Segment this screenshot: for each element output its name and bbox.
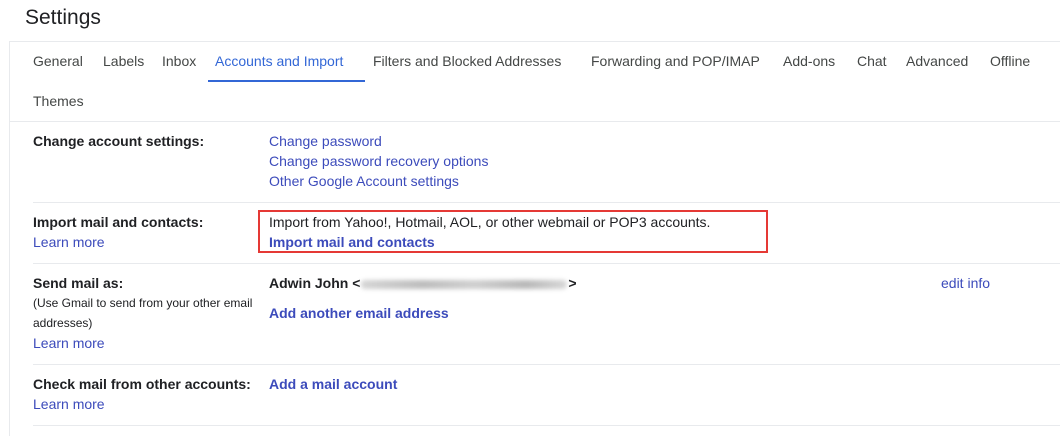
active-tab-indicator [208, 80, 365, 82]
send-mail-help-text: (Use Gmail to send from your other email… [33, 296, 253, 330]
add-mail-account-link[interactable]: Add a mail account [269, 376, 397, 392]
add-another-email-link[interactable]: Add another email address [269, 305, 449, 321]
row-divider [33, 263, 1060, 264]
change-password-link[interactable]: Change password [269, 133, 382, 149]
import-mail-label: Import mail and contacts: [33, 214, 204, 230]
left-border [9, 42, 10, 436]
row-divider [33, 425, 1060, 426]
tab-offline[interactable]: Offline [990, 53, 1030, 69]
tab-inbox[interactable]: Inbox [162, 53, 196, 69]
highlight-box [258, 210, 768, 253]
send-mail-as-label: Send mail as: [33, 275, 124, 291]
tab-labels[interactable]: Labels [103, 53, 144, 69]
send-mail-learn-more-link[interactable]: Learn more [33, 335, 105, 351]
tab-forwarding-and-pop-imap[interactable]: Forwarding and POP/IMAP [591, 53, 760, 69]
tab-add-ons[interactable]: Add-ons [783, 53, 835, 69]
settings-tabs: General Labels Inbox Accounts and Import… [25, 43, 1060, 121]
row-divider [33, 202, 1060, 203]
header-divider [9, 41, 1060, 42]
edit-info-link[interactable]: edit info [941, 275, 990, 291]
page-title: Settings [25, 6, 101, 29]
redacted-email [361, 279, 568, 289]
tab-accounts-and-import[interactable]: Accounts and Import [215, 53, 343, 69]
change-recovery-options-link[interactable]: Change password recovery options [269, 153, 488, 169]
tab-filters-and-blocked-addresses[interactable]: Filters and Blocked Addresses [373, 53, 561, 69]
tab-chat[interactable]: Chat [857, 53, 887, 69]
sender-address: Adwin John < > [269, 275, 577, 291]
check-mail-learn-more-link[interactable]: Learn more [33, 396, 105, 412]
tab-themes[interactable]: Themes [33, 93, 84, 109]
sender-address-end: > [568, 275, 577, 291]
tabs-divider [9, 121, 1060, 122]
tab-general[interactable]: General [33, 53, 83, 69]
import-learn-more-link[interactable]: Learn more [33, 234, 105, 250]
tab-advanced[interactable]: Advanced [906, 53, 968, 69]
check-mail-label: Check mail from other accounts: [33, 376, 251, 392]
sender-name: Adwin John < [269, 275, 361, 291]
other-google-account-settings-link[interactable]: Other Google Account settings [269, 173, 459, 189]
row-divider [33, 364, 1060, 365]
change-account-label: Change account settings: [33, 133, 205, 149]
